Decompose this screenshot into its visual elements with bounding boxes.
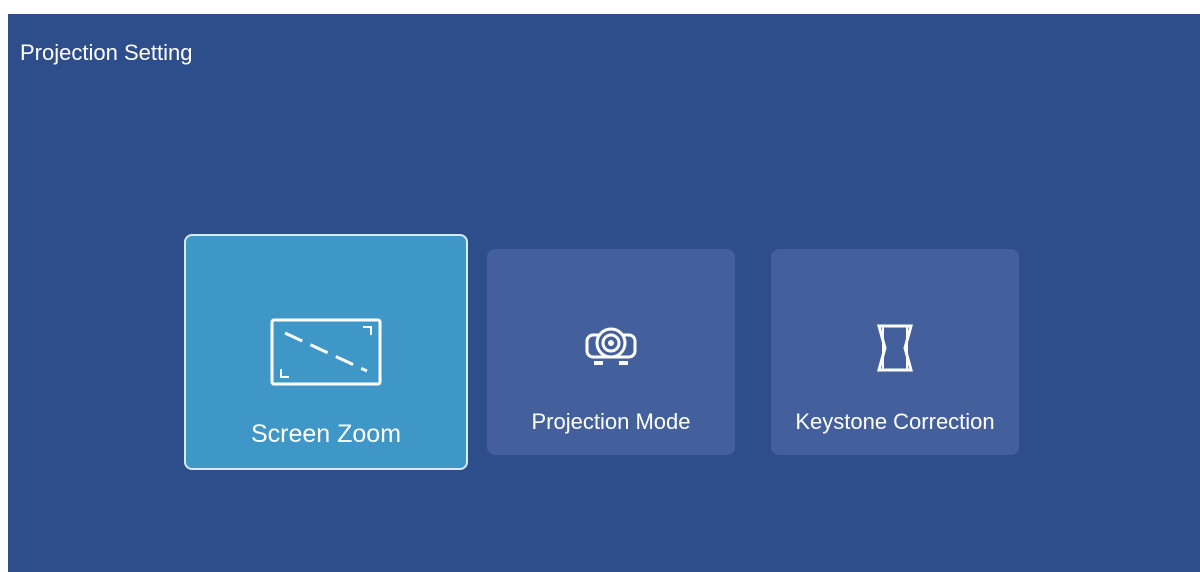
- keystone-correction-label: Keystone Correction: [795, 409, 995, 434]
- screen-zoom-tile[interactable]: Screen Zoom: [184, 234, 468, 470]
- projector-icon: [487, 323, 735, 367]
- screen-zoom-label: Screen Zoom: [250, 420, 402, 448]
- keystone-correction-tile[interactable]: Keystone Correction: [771, 249, 1019, 455]
- screen-zoom-icon: [186, 318, 466, 386]
- page-title: Projection Setting: [20, 40, 193, 65]
- keystone-icon: [771, 323, 1019, 373]
- projection-mode-tile[interactable]: Projection Mode: [487, 249, 735, 455]
- projection-setting-screen: Projection Setting Screen Zoom Projectio…: [8, 14, 1200, 572]
- projection-mode-label: Projection Mode: [531, 409, 691, 434]
